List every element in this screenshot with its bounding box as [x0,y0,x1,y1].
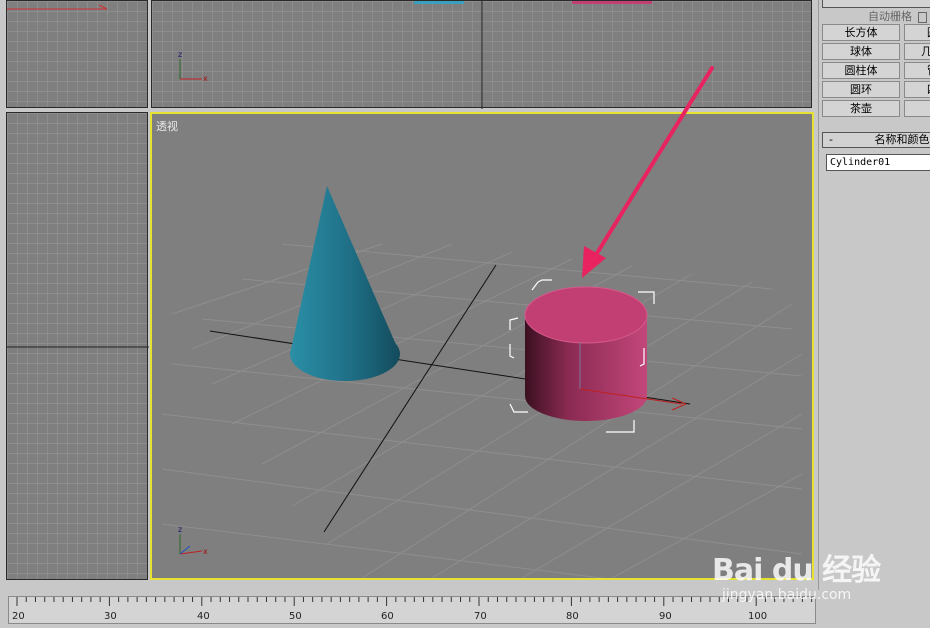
tick-label: 50 [289,611,302,622]
teapot-button[interactable]: 茶壶 [822,100,900,117]
svg-text:x: x [203,74,208,83]
object-name-input[interactable]: Cylinder01 [826,154,930,171]
watermark-url: jingyan.baidu.com [722,587,852,603]
ruler-ticks [16,597,813,606]
viewport-left[interactable] [6,112,149,580]
cylinder-button[interactable]: 圆柱体 [822,62,900,79]
tick-label: 70 [474,611,487,622]
viewport-top-left[interactable] [6,0,148,108]
axis-gizmo-front: z x [178,50,208,83]
svg-text:z: z [178,525,182,534]
cone-object[interactable] [290,186,400,381]
tick-label: 20 [12,611,25,622]
baidu-watermark: Bai du 经验 jingyan.baidu.com [712,545,892,625]
axis-gizmo-top-left [7,4,108,10]
axis-gizmo-perspective: z x [178,525,208,556]
tick-label: 40 [197,611,210,622]
tick-label: 90 [659,611,672,622]
pyramid-button[interactable]: 四 [904,81,930,98]
track-bar-ruler[interactable] [8,596,816,624]
name-color-rollout-header[interactable]: - 名称和颜色 [822,132,930,148]
tick-label: 30 [104,611,117,622]
viewport-front[interactable]: z x [151,0,812,109]
tick-label: 60 [381,611,394,622]
cylinder-object[interactable] [524,286,648,421]
viewport-perspective[interactable]: 透视 z x [150,112,814,580]
object-type-rollout-header[interactable] [822,0,930,8]
geosphere-button[interactable]: 几 [904,43,930,60]
tick-label: 80 [566,611,579,622]
cylinder-edge-preview [572,1,652,4]
home-grid [161,243,803,578]
name-color-title: 名称和颜色 [874,133,930,146]
tube-button[interactable]: 管 [904,62,930,79]
box-button[interactable]: 长方体 [822,24,900,41]
cone-button[interactable]: 圆 [904,24,930,41]
plane-button[interactable] [904,100,930,117]
auto-grid-checkbox[interactable]: 自动栅格 [868,8,927,24]
cone-edge-preview [414,1,464,4]
sphere-button[interactable]: 球体 [822,43,900,60]
svg-text:z: z [178,50,182,59]
svg-text:x: x [203,547,208,556]
auto-grid-box[interactable] [917,11,927,23]
auto-grid-label: 自动栅格 [868,10,912,23]
watermark-logo: Bai du 经验 [712,553,881,588]
torus-button[interactable]: 圆环 [822,81,900,98]
rollout-collapse-sign: - [829,133,833,146]
